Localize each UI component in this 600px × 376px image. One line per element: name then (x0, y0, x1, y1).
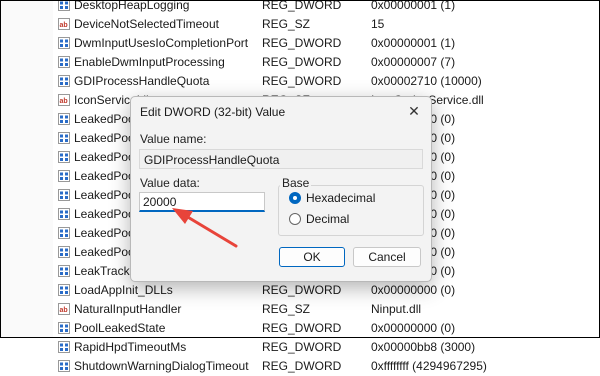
annotation-arrow (172, 208, 238, 248)
registry-value-name: RapidHpdTimeoutMs (74, 340, 187, 354)
registry-value-data: 0xffffffff (4294967295) (371, 359, 487, 373)
registry-value-data: 0x00000bb8 (3000) (371, 340, 476, 354)
registry-value-type: REG_DWORD (262, 359, 342, 373)
registry-value-name: ShutdownWarningDialogTimeout (74, 359, 249, 373)
registry-dword-icon (58, 341, 70, 353)
registry-value-type: REG_DWORD (262, 340, 342, 354)
registry-value-row[interactable]: RapidHpdTimeoutMs REG_DWORD 0x00000bb8 (30… (53, 338, 600, 357)
arrow-head (172, 208, 193, 224)
registry-value-row[interactable]: ShutdownWarningDialogTimeout REG_DWORD 0xf… (53, 357, 600, 376)
registry-dword-icon (58, 360, 70, 372)
arrow-shaft (184, 214, 238, 248)
